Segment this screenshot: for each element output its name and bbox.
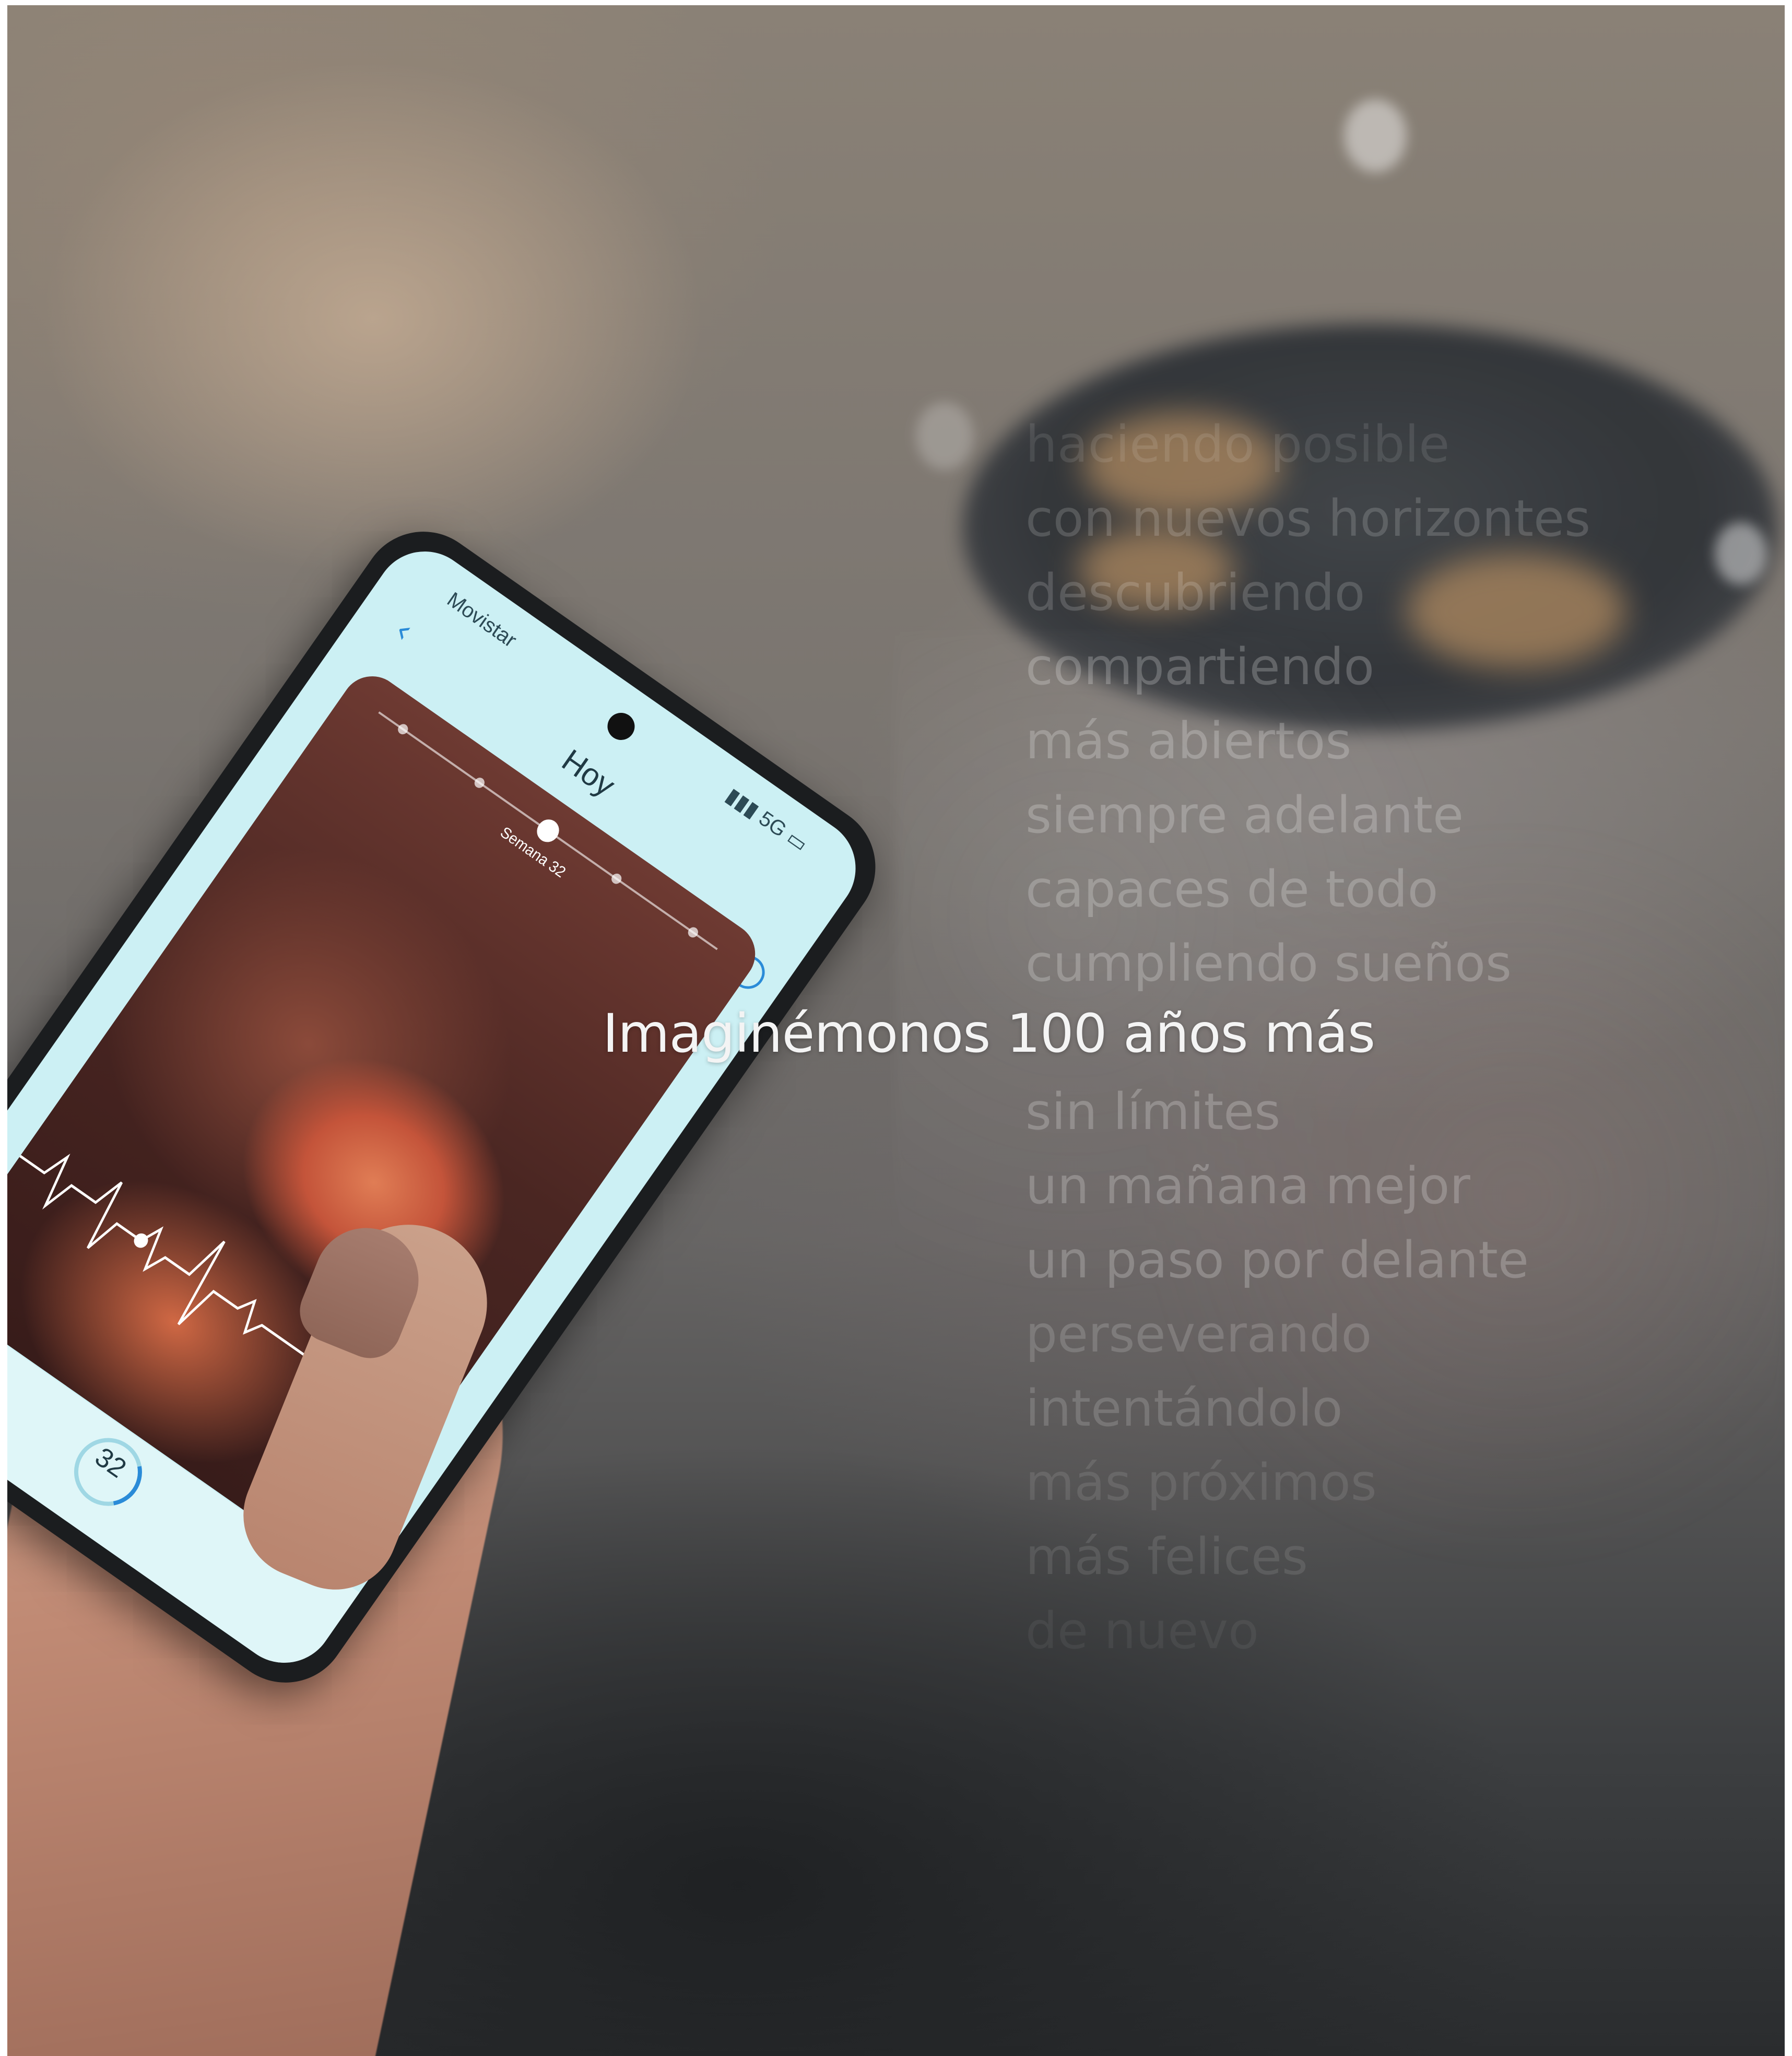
bokeh-light bbox=[916, 402, 973, 470]
timeline-selected-dot[interactable] bbox=[533, 815, 563, 847]
phrase-item: perseverando bbox=[1025, 1305, 1372, 1364]
headline-suffix: 100 años más bbox=[1006, 1003, 1375, 1065]
phrase-item: de nuevo bbox=[1025, 1602, 1259, 1660]
phrase-item: cumpliendo sueños bbox=[1025, 934, 1512, 993]
phrase-item: más felices bbox=[1025, 1528, 1308, 1586]
timeline-dot[interactable] bbox=[473, 776, 487, 790]
phrase-item: descubriendo bbox=[1025, 563, 1365, 622]
phrase-item: sin límites bbox=[1025, 1083, 1281, 1141]
carrier-label: Movistar bbox=[443, 588, 521, 652]
phrase-item: siempre adelante bbox=[1025, 786, 1464, 844]
signal-icon: ▮▮▮ bbox=[722, 783, 763, 823]
headline-prefix: Imaginémonos bbox=[603, 1003, 991, 1065]
phrase-item: un paso por delante bbox=[1025, 1231, 1529, 1289]
heartbeat-marker bbox=[134, 1233, 148, 1248]
bokeh-light bbox=[1344, 99, 1407, 172]
timeline-dot[interactable] bbox=[686, 925, 700, 939]
timeline-dot[interactable] bbox=[609, 872, 623, 886]
phrase-item: más próximos bbox=[1025, 1453, 1377, 1512]
phrase-item: con nuevos horizontes bbox=[1025, 489, 1591, 548]
phrase-item: intentándolo bbox=[1025, 1379, 1343, 1438]
network-label: ▮▮▮ 5G ▭ bbox=[722, 783, 812, 856]
phrase-item: un mañana mejor bbox=[1025, 1157, 1470, 1215]
phrase-item: más abiertos bbox=[1025, 712, 1352, 770]
phrase-item: haciendo posible bbox=[1025, 415, 1450, 474]
photo-frame: haciendo posible con nuevos horizontes d… bbox=[7, 5, 1785, 2056]
headline: Imaginémonos 100 años más bbox=[603, 1003, 1375, 1065]
battery-icon: ▭ bbox=[782, 826, 812, 856]
phrase-item: compartiendo bbox=[1025, 638, 1375, 696]
phrase-item: capaces de todo bbox=[1025, 860, 1439, 919]
timeline-dot[interactable] bbox=[396, 722, 410, 736]
